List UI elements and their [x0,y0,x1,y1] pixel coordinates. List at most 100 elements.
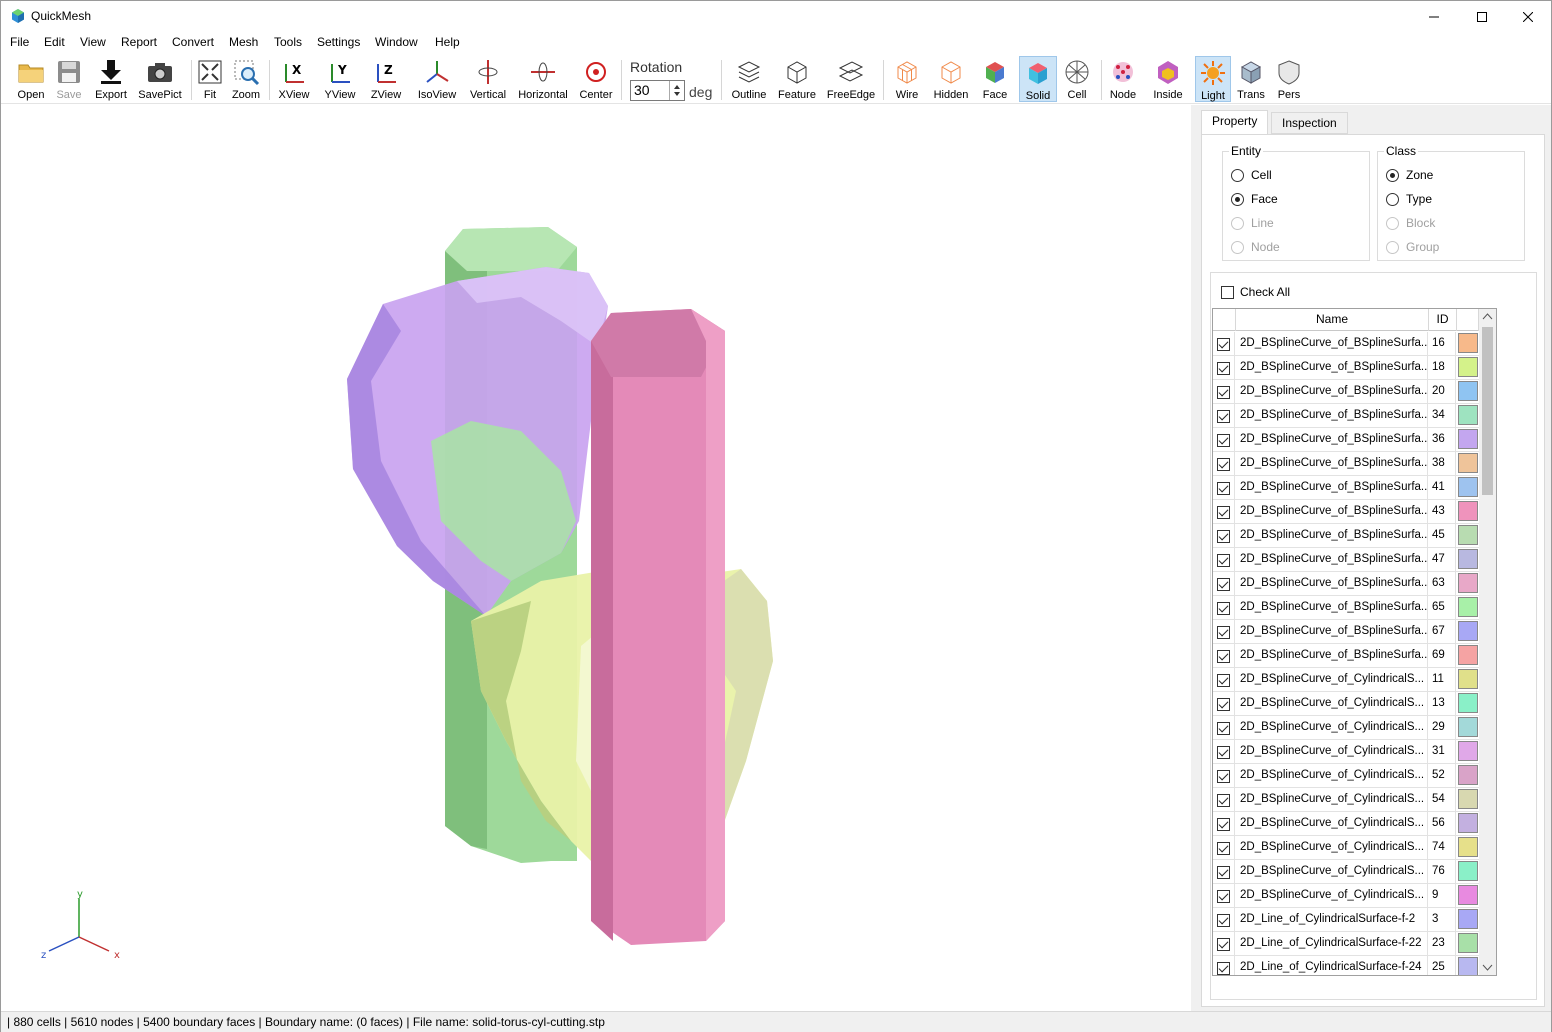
row-color-swatch[interactable] [1458,789,1478,809]
inside-button[interactable]: Inside [1149,56,1187,102]
face-button[interactable]: Face [979,56,1011,102]
row-color-swatch[interactable] [1458,381,1478,401]
savepict-button[interactable]: SavePict [137,56,183,102]
checkbox-checked-icon[interactable] [1217,745,1230,759]
row-checkbox-cell[interactable] [1213,788,1235,812]
row-checkbox-cell[interactable] [1213,500,1235,524]
menu-report[interactable]: Report [121,35,157,49]
row-checkbox-cell[interactable] [1213,596,1235,620]
zview-button[interactable]: Z ZView [367,56,405,102]
row-color-swatch[interactable] [1458,741,1478,761]
checkbox-checked-icon[interactable] [1217,649,1230,663]
checkbox-checked-icon[interactable] [1217,433,1230,447]
table-row[interactable]: 2D_BSplineCurve_of_BSplineSurfa... 36 [1213,428,1496,452]
row-checkbox-cell[interactable] [1213,716,1235,740]
row-color-swatch[interactable] [1458,645,1478,665]
row-checkbox-cell[interactable] [1213,908,1235,932]
entity-face-radio[interactable]: Face [1231,192,1278,206]
row-color-swatch[interactable] [1458,549,1478,569]
trans-button[interactable]: Trans [1235,56,1267,102]
checkbox-checked-icon[interactable] [1217,601,1230,615]
checkbox-checked-icon[interactable] [1217,457,1230,471]
row-checkbox-cell[interactable] [1213,812,1235,836]
entity-cell-radio[interactable]: Cell [1231,168,1272,182]
scroll-up-arrow-icon[interactable] [1479,309,1496,325]
pers-button[interactable]: Pers [1273,56,1305,102]
checkbox-checked-icon[interactable] [1217,505,1230,519]
zoom-button[interactable]: Zoom [229,56,263,102]
checkbox-checked-icon[interactable] [1217,841,1230,855]
table-row[interactable]: 2D_BSplineCurve_of_BSplineSurfa... 47 [1213,548,1496,572]
row-checkbox-cell[interactable] [1213,548,1235,572]
checkbox-checked-icon[interactable] [1217,625,1230,639]
row-checkbox-cell[interactable] [1213,644,1235,668]
class-type-radio[interactable]: Type [1386,192,1432,206]
table-row[interactable]: 2D_Line_of_CylindricalSurface-f-2 3 [1213,908,1496,932]
table-row[interactable]: 2D_BSplineCurve_of_BSplineSurfa... 38 [1213,452,1496,476]
tab-property[interactable]: Property [1201,110,1269,135]
node-button[interactable]: Node [1105,56,1141,102]
row-color-swatch[interactable] [1458,837,1478,857]
row-checkbox-cell[interactable] [1213,404,1235,428]
table-row[interactable]: 2D_BSplineCurve_of_CylindricalS... 31 [1213,740,1496,764]
open-button[interactable]: Open [11,56,51,102]
table-row[interactable]: 2D_BSplineCurve_of_CylindricalS... 29 [1213,716,1496,740]
table-row[interactable]: 2D_BSplineCurve_of_BSplineSurfa... 45 [1213,524,1496,548]
cell-button[interactable]: Cell [1061,56,1093,102]
menu-help[interactable]: Help [435,35,460,49]
export-button[interactable]: Export [91,56,131,102]
table-row[interactable]: 2D_BSplineCurve_of_BSplineSurfa... 18 [1213,356,1496,380]
checkbox-checked-icon[interactable] [1217,817,1230,831]
checkbox-checked-icon[interactable] [1217,577,1230,591]
row-checkbox-cell[interactable] [1213,356,1235,380]
checkbox-checked-icon[interactable] [1217,337,1230,351]
horizontal-button[interactable]: Horizontal [515,56,571,102]
xview-button[interactable]: X XView [275,56,313,102]
row-color-swatch[interactable] [1458,861,1478,881]
menu-edit[interactable]: Edit [44,35,65,49]
table-row[interactable]: 2D_BSplineCurve_of_CylindricalS... 76 [1213,860,1496,884]
rotation-spinner[interactable] [669,81,684,100]
menu-window[interactable]: Window [375,35,418,49]
checkbox-checked-icon[interactable] [1217,409,1230,423]
checkbox-checked-icon[interactable] [1217,529,1230,543]
vertical-button[interactable]: Vertical [467,56,509,102]
table-row[interactable]: 2D_BSplineCurve_of_BSplineSurfa... 16 [1213,332,1496,356]
row-checkbox-cell[interactable] [1213,764,1235,788]
row-checkbox-cell[interactable] [1213,428,1235,452]
feature-button[interactable]: Feature [775,56,819,102]
scrollbar-thumb[interactable] [1482,327,1493,495]
menu-convert[interactable]: Convert [172,35,214,49]
table-row[interactable]: 2D_BSplineCurve_of_CylindricalS... 9 [1213,884,1496,908]
close-button[interactable] [1505,1,1551,32]
hidden-button[interactable]: Hidden [929,56,973,102]
freeedge-button[interactable]: FreeEdge [825,56,877,102]
checkbox-checked-icon[interactable] [1217,961,1230,975]
row-checkbox-cell[interactable] [1213,692,1235,716]
row-checkbox-cell[interactable] [1213,740,1235,764]
vertical-scrollbar[interactable] [1479,309,1496,975]
row-checkbox-cell[interactable] [1213,932,1235,956]
3d-viewport[interactable]: y x z [1,105,1191,1011]
table-row[interactable]: 2D_BSplineCurve_of_CylindricalS... 13 [1213,692,1496,716]
table-row[interactable]: 2D_Line_of_CylindricalSurface-f-24 25 [1213,956,1496,975]
maximize-button[interactable] [1459,1,1505,32]
row-color-swatch[interactable] [1458,885,1478,905]
row-checkbox-cell[interactable] [1213,572,1235,596]
minimize-button[interactable] [1411,1,1457,32]
table-row[interactable]: 2D_BSplineCurve_of_BSplineSurfa... 34 [1213,404,1496,428]
table-row[interactable]: 2D_BSplineCurve_of_CylindricalS... 54 [1213,788,1496,812]
menu-mesh[interactable]: Mesh [229,35,258,49]
light-button[interactable]: Light [1195,56,1231,102]
checkbox-checked-icon[interactable] [1217,697,1230,711]
row-checkbox-cell[interactable] [1213,380,1235,404]
isoview-button[interactable]: IsoView [413,56,461,102]
row-checkbox-cell[interactable] [1213,524,1235,548]
checkbox-checked-icon[interactable] [1217,673,1230,687]
row-color-swatch[interactable] [1458,429,1478,449]
checkbox-checked-icon[interactable] [1217,913,1230,927]
row-checkbox-cell[interactable] [1213,476,1235,500]
table-row[interactable]: 2D_BSplineCurve_of_BSplineSurfa... 67 [1213,620,1496,644]
row-color-swatch[interactable] [1458,333,1478,353]
wire-button[interactable]: Wire [889,56,925,102]
